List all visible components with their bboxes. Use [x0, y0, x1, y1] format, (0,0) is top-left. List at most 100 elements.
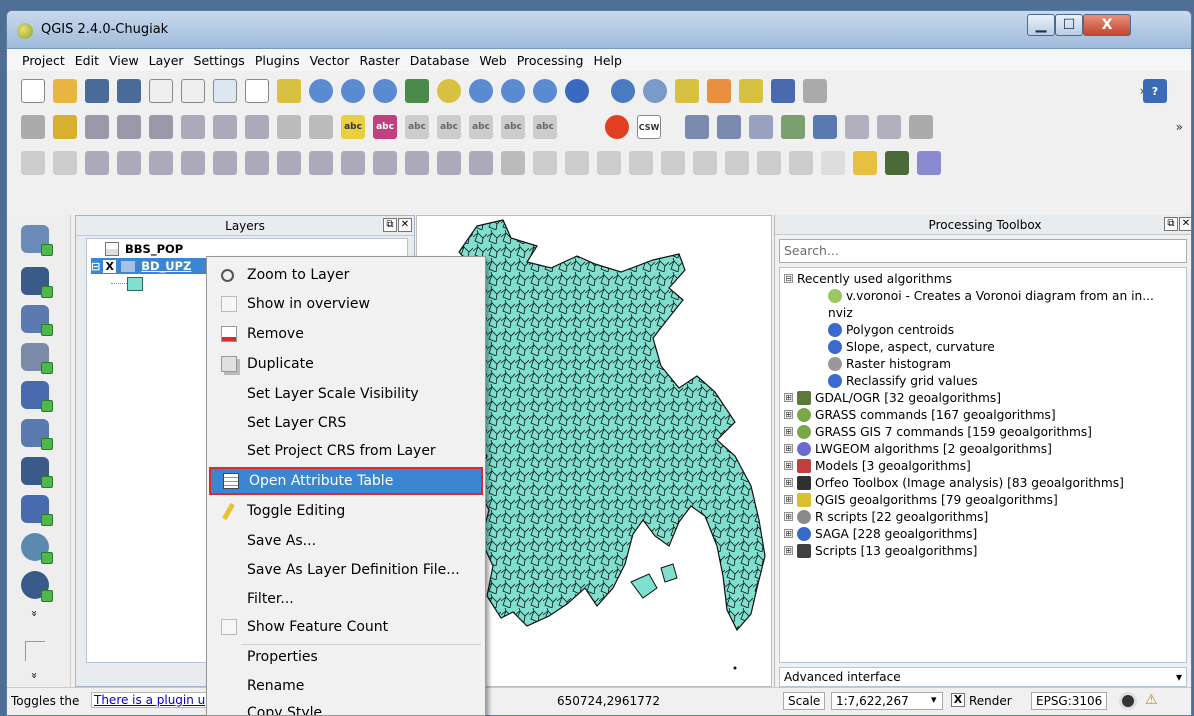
- menu-item-show-in-overview[interactable]: Show in overview: [209, 290, 483, 318]
- expand-icon[interactable]: ⊞: [784, 495, 793, 504]
- pin-labels-icon[interactable]: abc: [405, 115, 429, 139]
- rotate-feature-icon[interactable]: [533, 151, 557, 175]
- zoom-layer-icon[interactable]: [469, 79, 493, 103]
- pan-to-selection-icon[interactable]: [277, 79, 301, 103]
- help-icon[interactable]: ?: [1143, 79, 1167, 103]
- menu-edit[interactable]: Edit: [70, 53, 104, 68]
- db-manager-icon[interactable]: [685, 115, 709, 139]
- georeferencer-icon[interactable]: [909, 115, 933, 139]
- split-features-icon[interactable]: [341, 151, 365, 175]
- add-feature-icon[interactable]: [117, 115, 141, 139]
- close-panel-button[interactable]: ✕: [1179, 217, 1191, 231]
- add-db2-layer-icon[interactable]: [21, 457, 53, 488]
- change-label-icon[interactable]: abc: [533, 115, 557, 139]
- split-parts-icon[interactable]: [373, 151, 397, 175]
- vtool-overflow-icon[interactable]: »: [28, 610, 41, 617]
- redo-icon[interactable]: [53, 151, 77, 175]
- vtool-overflow-bottom-icon[interactable]: »: [28, 672, 41, 679]
- scale-dropdown-icon[interactable]: ▾: [931, 693, 937, 706]
- vector-clip-icon[interactable]: [877, 115, 901, 139]
- rotate-symbols-icon[interactable]: [469, 151, 493, 175]
- provider-group-qgis[interactable]: ⊞ QGIS geoalgorithms [79 geoalgorithms]: [784, 491, 1058, 508]
- zoom-in-icon[interactable]: [309, 79, 333, 103]
- expand-icon[interactable]: ⊞: [784, 512, 793, 521]
- provider-group-grass[interactable]: ⊞ GRASS commands [167 geoalgorithms]: [784, 406, 1056, 423]
- statistics-icon[interactable]: [803, 79, 827, 103]
- menu-item-save-as-layer-definition[interactable]: Save As Layer Definition File...: [209, 556, 483, 584]
- algorithm-item[interactable]: Slope, aspect, curvature: [828, 338, 995, 355]
- offset-curve-icon[interactable]: [309, 151, 333, 175]
- menu-item-save-as[interactable]: Save As...: [209, 527, 483, 555]
- menu-item-set-layer-crs[interactable]: Set Layer CRS: [209, 409, 483, 437]
- menu-item-duplicate[interactable]: Duplicate: [209, 350, 483, 378]
- label-tool7-icon[interactable]: [757, 151, 781, 175]
- zoom-full-icon[interactable]: [405, 79, 429, 103]
- zoom-out-icon[interactable]: [341, 79, 365, 103]
- raster-calc-icon[interactable]: [717, 115, 741, 139]
- crs-status-button[interactable]: EPSG:3106: [1031, 692, 1108, 710]
- menu-database[interactable]: Database: [405, 53, 475, 68]
- expand-icon[interactable]: ⊞: [784, 546, 793, 555]
- cut-features-icon[interactable]: [245, 115, 269, 139]
- scale-combobox[interactable]: 1:7,622,267: [831, 692, 943, 710]
- raster-align-icon[interactable]: [749, 115, 773, 139]
- label-tool4-icon[interactable]: [661, 151, 685, 175]
- vector-split-icon[interactable]: [813, 115, 837, 139]
- menu-layer[interactable]: Layer: [144, 53, 189, 68]
- menu-item-set-project-crs[interactable]: Set Project CRS from Layer: [209, 437, 483, 465]
- show-hide-labels-icon[interactable]: abc: [437, 115, 461, 139]
- provider-group-orfeo[interactable]: ⊞ Orfeo Toolbox (Image analysis) [83 geo…: [784, 474, 1124, 491]
- delete-part-icon[interactable]: [245, 151, 269, 175]
- rotate-label-icon[interactable]: abc: [501, 115, 525, 139]
- provider-group-scripts[interactable]: ⊞ Scripts [13 geoalgorithms]: [784, 542, 977, 559]
- menu-item-show-feature-count[interactable]: Show Feature Count: [209, 613, 483, 641]
- menu-item-zoom-to-layer[interactable]: Zoom to Layer: [209, 261, 483, 289]
- expand-icon[interactable]: ⊞: [784, 529, 793, 538]
- menu-plugins[interactable]: Plugins: [250, 53, 305, 68]
- composer-manager-icon[interactable]: [181, 79, 205, 103]
- merge-selected-icon[interactable]: [405, 151, 429, 175]
- algorithm-item[interactable]: nviz: [828, 304, 853, 321]
- menu-item-toggle-editing[interactable]: Toggle Editing: [209, 497, 483, 525]
- move-feature-icon[interactable]: [149, 115, 173, 139]
- plugin-update-link[interactable]: There is a plugin up: [91, 692, 216, 708]
- expand-icon[interactable]: ⊞: [784, 461, 793, 470]
- minimize-button[interactable]: ▁: [1027, 14, 1055, 36]
- new-project-icon[interactable]: [21, 79, 45, 103]
- menu-help[interactable]: Help: [588, 53, 627, 68]
- close-button[interactable]: X: [1083, 14, 1131, 36]
- save-edits-icon[interactable]: [85, 115, 109, 139]
- provider-group-saga[interactable]: ⊞ SAGA [228 geoalgorithms]: [784, 525, 977, 542]
- algorithm-item[interactable]: Reclassify grid values: [828, 372, 978, 389]
- expand-icon[interactable]: ⊞: [784, 393, 793, 402]
- add-oracle-layer-icon[interactable]: [21, 419, 53, 450]
- attribute-table-icon[interactable]: [771, 79, 795, 103]
- label-abc-icon[interactable]: abc: [341, 115, 365, 139]
- add-mssql-layer-icon[interactable]: [21, 381, 53, 412]
- layer-visibility-checkbox[interactable]: X: [103, 259, 117, 273]
- fill-ring-icon[interactable]: [181, 151, 205, 175]
- measure-icon[interactable]: [643, 79, 667, 103]
- algorithm-item[interactable]: Raster histogram: [828, 355, 951, 372]
- provider-group-r-scripts[interactable]: ⊞ R scripts [22 geoalgorithms]: [784, 508, 988, 525]
- menu-settings[interactable]: Settings: [189, 53, 250, 68]
- menu-item-copy-style[interactable]: Copy Style: [209, 699, 483, 715]
- float-panel-button[interactable]: ⧉: [383, 218, 397, 232]
- expand-icon[interactable]: ⊞: [784, 444, 793, 453]
- add-wfs-layer-icon[interactable]: [21, 571, 53, 602]
- menu-item-open-attribute-table[interactable]: Open Attribute Table: [209, 467, 483, 495]
- menu-item-rename[interactable]: Rename: [209, 672, 483, 700]
- add-wms-layer-icon[interactable]: [21, 495, 53, 526]
- expand-icon[interactable]: ⊞: [784, 478, 793, 487]
- close-panel-button[interactable]: ✕: [398, 218, 412, 232]
- coordinate-display[interactable]: 650724,2961772: [557, 694, 660, 708]
- merge-attributes-icon[interactable]: [437, 151, 461, 175]
- toggle-editing-icon[interactable]: [53, 115, 77, 139]
- label-tool3-icon[interactable]: [629, 151, 653, 175]
- capture-curve-icon[interactable]: [501, 151, 525, 175]
- zoom-last-icon[interactable]: [501, 79, 525, 103]
- add-raster-layer-icon[interactable]: [21, 267, 53, 298]
- expand-icon[interactable]: ⊞: [784, 410, 793, 419]
- grid-icon[interactable]: [821, 151, 845, 175]
- menu-item-remove[interactable]: Remove: [209, 320, 483, 348]
